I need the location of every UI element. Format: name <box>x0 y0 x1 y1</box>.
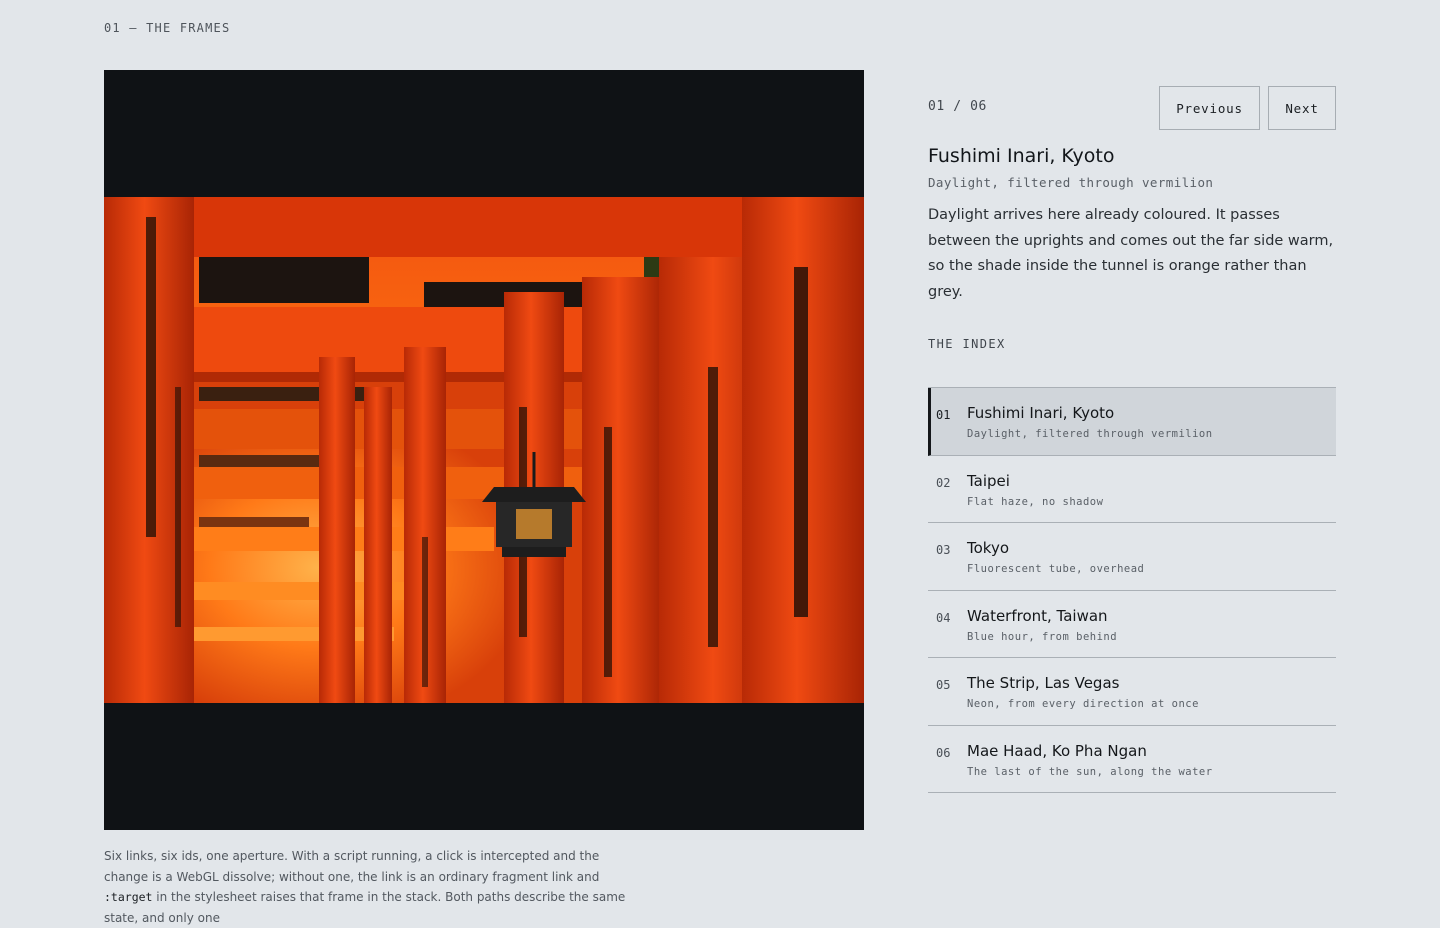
index-item-note: Blue hour, from behind <box>967 630 1118 643</box>
section-label: 01 — THE FRAMES <box>104 21 231 35</box>
frame-subtitle: Daylight, filtered through vermilion <box>928 175 1214 190</box>
index-item-fushimi-inari[interactable]: 01 Fushimi Inari, Kyoto Daylight, filter… <box>928 388 1336 456</box>
frame-index-list: 01 Fushimi Inari, Kyoto Daylight, filter… <box>928 387 1336 793</box>
caption-text-1: Six links, six ids, one aperture. With a… <box>104 849 600 884</box>
previous-button[interactable]: Previous <box>1159 86 1260 130</box>
index-item-note: Neon, from every direction at once <box>967 698 1199 710</box>
index-item-name: Taipei <box>967 471 1010 490</box>
index-item-the-strip[interactable]: 05 The Strip, Las Vegas Neon, from every… <box>928 658 1336 726</box>
index-item-note: Fluorescent tube, overhead <box>967 563 1145 575</box>
torii-gate-photo <box>104 197 864 703</box>
index-item-taipei[interactable]: 02 Taipei Flat haze, no shadow <box>928 456 1336 523</box>
frame-description: Daylight arrives here already coloured. … <box>928 207 1334 300</box>
index-item-name: Waterfront, Taiwan <box>967 606 1108 625</box>
index-item-tokyo[interactable]: 03 Tokyo Fluorescent tube, overhead <box>928 523 1336 591</box>
index-item-waterfront-taiwan[interactable]: 04 Waterfront, Taiwan Blue hour, from be… <box>928 591 1336 658</box>
index-item-note: Flat haze, no shadow <box>967 495 1104 508</box>
index-item-number: 02 <box>936 475 951 490</box>
index-item-name: Fushimi Inari, Kyoto <box>967 404 1115 422</box>
index-item-number: 06 <box>936 745 951 760</box>
index-item-number: 05 <box>936 678 951 692</box>
frame-title: Fushimi Inari, Kyoto <box>928 145 1115 167</box>
caption-text-2: in the stylesheet raises that frame in t… <box>104 890 626 925</box>
frame-counter: 01 / 06 <box>928 99 987 114</box>
caption-code: :target <box>104 890 153 904</box>
index-item-mae-haad[interactable]: 06 Mae Haad, Ko Pha Ngan The last of the… <box>928 726 1336 793</box>
index-item-number: 03 <box>936 543 951 557</box>
frame-viewer[interactable] <box>104 70 864 830</box>
index-item-name: The Strip, Las Vegas <box>967 674 1120 692</box>
viewer-caption: Six links, six ids, one aperture. With a… <box>104 846 630 928</box>
index-item-note: The last of the sun, along the water <box>967 765 1213 778</box>
index-item-note: Daylight, filtered through vermilion <box>967 428 1213 440</box>
index-item-name: Mae Haad, Ko Pha Ngan <box>967 741 1147 760</box>
index-heading: THE INDEX <box>928 337 1006 351</box>
index-item-number: 04 <box>936 610 951 625</box>
index-item-name: Tokyo <box>967 539 1009 557</box>
index-item-number: 01 <box>936 408 951 422</box>
next-button[interactable]: Next <box>1268 86 1336 130</box>
